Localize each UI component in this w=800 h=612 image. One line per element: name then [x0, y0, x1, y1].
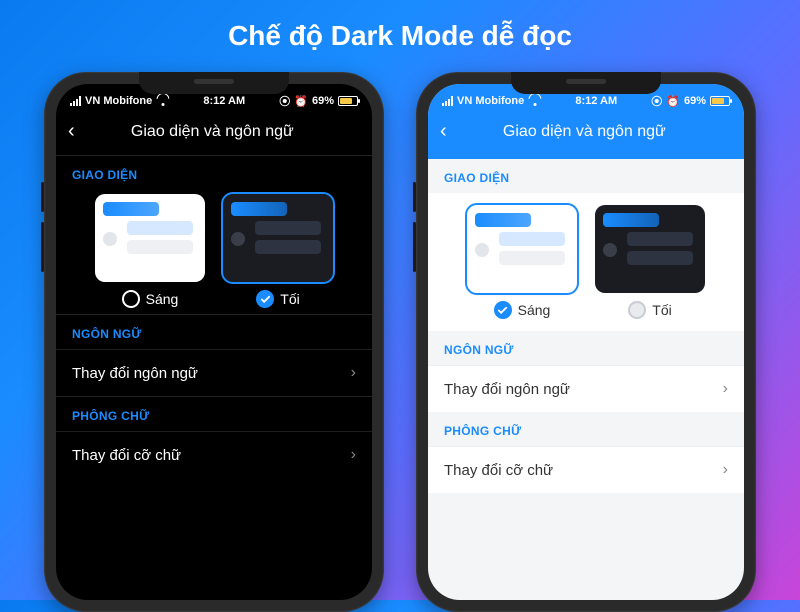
wifi-icon: [156, 96, 169, 106]
theme-option-dark[interactable]: Tối: [223, 194, 333, 308]
theme-option-light[interactable]: Sáng: [95, 194, 205, 308]
screen-dark: VN Mobifone 8:12 AM ⦿ ⏰ 69% ‹ Giao diện …: [56, 84, 372, 600]
row-label: Thay đổi cỡ chữ: [444, 462, 553, 479]
theme-options: Sáng Tối: [56, 190, 372, 314]
section-appearance: GIAO DIỆN: [428, 159, 744, 193]
signal-icon: [442, 96, 453, 106]
radio-unchecked-icon: [122, 290, 140, 308]
location-icon: ⦿: [651, 93, 662, 109]
row-label: Thay đổi ngôn ngữ: [72, 365, 198, 382]
carrier-label: VN Mobifone: [85, 95, 152, 107]
page-headline: Chế độ Dark Mode dễ đọc: [228, 20, 572, 52]
header-title: Giao diện và ngôn ngữ: [437, 123, 732, 141]
phone-notch: [139, 72, 289, 94]
phone-pair: VN Mobifone 8:12 AM ⦿ ⏰ 69% ‹ Giao diện …: [44, 72, 756, 612]
row-label: Thay đổi cỡ chữ: [72, 447, 181, 464]
nav-header: ‹ Giao diện và ngôn ngữ: [56, 112, 372, 155]
theme-option-light[interactable]: Sáng: [467, 205, 577, 319]
clock: 8:12 AM: [575, 95, 617, 107]
row-change-font[interactable]: Thay đổi cỡ chữ ›: [428, 446, 744, 493]
section-font: PHÔNG CHỮ: [56, 396, 372, 431]
row-label: Thay đổi ngôn ngữ: [444, 381, 570, 398]
row-change-language[interactable]: Thay đổi ngôn ngữ ›: [56, 349, 372, 396]
nav-header: ‹ Giao diện và ngôn ngữ: [428, 112, 744, 155]
chevron-right-icon: ›: [723, 380, 728, 398]
screen-light: VN Mobifone 8:12 AM ⦿ ⏰ 69% ‹ Giao diện …: [428, 84, 744, 600]
signal-icon: [70, 96, 81, 106]
battery-pct: 69%: [684, 95, 706, 107]
theme-light-label: Sáng: [518, 302, 551, 318]
theme-dark-label: Tối: [280, 291, 299, 307]
theme-preview-dark: [223, 194, 333, 282]
row-change-language[interactable]: Thay đổi ngôn ngữ ›: [428, 365, 744, 412]
header-title: Giao diện và ngôn ngữ: [65, 123, 360, 141]
theme-option-dark[interactable]: Tối: [595, 205, 705, 319]
location-icon: ⦿: [279, 93, 290, 109]
theme-light-label: Sáng: [146, 291, 179, 307]
wifi-icon: [528, 96, 541, 106]
alarm-icon: ⏰: [666, 95, 680, 108]
section-appearance: GIAO DIỆN: [56, 155, 372, 190]
battery-pct: 69%: [312, 95, 334, 107]
phone-notch: [511, 72, 661, 94]
battery-icon: [710, 96, 730, 106]
radio-checked-icon: [256, 290, 274, 308]
clock: 8:12 AM: [203, 95, 245, 107]
carrier-label: VN Mobifone: [457, 95, 524, 107]
chevron-right-icon: ›: [351, 364, 356, 382]
radio-unchecked-icon: [628, 301, 646, 319]
section-language: NGÔN NGỮ: [428, 331, 744, 365]
row-change-font[interactable]: Thay đổi cỡ chữ ›: [56, 431, 372, 478]
theme-preview-dark: [595, 205, 705, 293]
theme-preview-light: [467, 205, 577, 293]
theme-dark-label: Tối: [652, 302, 671, 318]
theme-options: Sáng Tối: [428, 193, 744, 331]
chevron-right-icon: ›: [723, 461, 728, 479]
radio-checked-icon: [494, 301, 512, 319]
section-language: NGÔN NGỮ: [56, 314, 372, 349]
phone-frame-dark: VN Mobifone 8:12 AM ⦿ ⏰ 69% ‹ Giao diện …: [44, 72, 384, 612]
section-font: PHÔNG CHỮ: [428, 412, 744, 446]
battery-icon: [338, 96, 358, 106]
phone-frame-light: VN Mobifone 8:12 AM ⦿ ⏰ 69% ‹ Giao diện …: [416, 72, 756, 612]
alarm-icon: ⏰: [294, 95, 308, 108]
chevron-right-icon: ›: [351, 446, 356, 464]
theme-preview-light: [95, 194, 205, 282]
